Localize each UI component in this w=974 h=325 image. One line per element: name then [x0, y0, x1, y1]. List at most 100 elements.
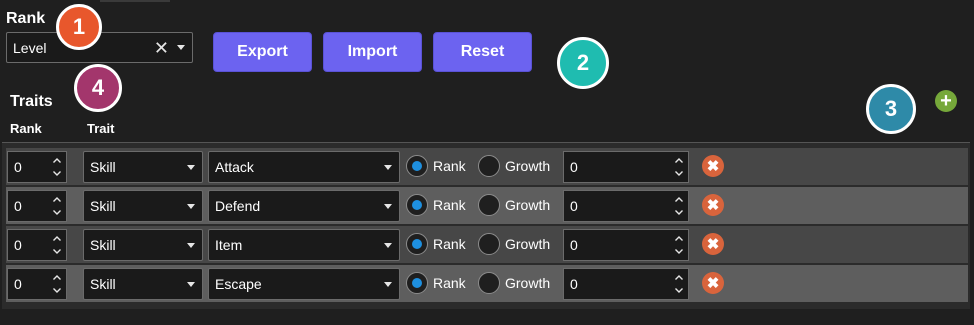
- chevron-down-icon[interactable]: [675, 171, 683, 176]
- column-header-rank: Rank: [10, 121, 42, 136]
- rank-number-stepper[interactable]: 0: [7, 190, 67, 222]
- chevron-down-icon[interactable]: [53, 288, 61, 293]
- rank-number-stepper[interactable]: 0: [7, 229, 67, 261]
- growth-radio-label: Growth: [505, 158, 551, 174]
- trait-type-value: Skill: [90, 276, 116, 292]
- rank-number-value: 0: [14, 237, 22, 253]
- trait-name-value: Attack: [215, 159, 254, 175]
- trait-type-value: Skill: [90, 237, 116, 253]
- chevron-down-icon[interactable]: [177, 45, 185, 50]
- rank-radio-label: Rank: [433, 197, 466, 213]
- trait-type-dropdown[interactable]: Skill: [83, 229, 203, 261]
- chevron-down-icon: [187, 242, 195, 248]
- column-header-trait: Trait: [87, 121, 115, 136]
- chevron-down-icon[interactable]: [53, 171, 61, 176]
- rank-radio-label: Rank: [433, 158, 466, 174]
- trait-row: 0 Skill Attack Rank Growth 0 ✖: [6, 148, 968, 185]
- trait-type-value: Skill: [90, 159, 116, 175]
- chevron-down-icon: [187, 164, 195, 170]
- trait-row: 0 Skill Escape Rank Growth 0 ✖: [6, 265, 968, 302]
- value-number-stepper[interactable]: 0: [563, 229, 689, 261]
- export-button[interactable]: Export: [213, 32, 312, 72]
- chevron-down-icon: [384, 164, 392, 170]
- chevron-up-icon[interactable]: [675, 275, 683, 280]
- close-icon: ✖: [706, 196, 720, 214]
- trait-row: 0 Skill Defend Rank Growth 0 ✖: [6, 187, 968, 224]
- traits-title: Traits: [10, 93, 53, 110]
- chevron-up-icon[interactable]: [53, 236, 61, 241]
- plus-icon: +: [940, 90, 952, 112]
- delete-trait-button[interactable]: ✖: [702, 233, 724, 255]
- close-icon: ✖: [706, 235, 720, 253]
- value-number-value: 0: [570, 198, 578, 214]
- chevron-down-icon[interactable]: [53, 210, 61, 215]
- rank-number-stepper[interactable]: 0: [7, 151, 67, 183]
- chevron-down-icon: [187, 203, 195, 209]
- chevron-up-icon[interactable]: [53, 197, 61, 202]
- delete-trait-button[interactable]: ✖: [702, 194, 724, 216]
- callout-badge-4: 4: [74, 64, 122, 112]
- rank-radio-label: Rank: [433, 236, 466, 252]
- chevron-down-icon: [384, 281, 392, 287]
- rank-number-value: 0: [14, 276, 22, 292]
- trait-name-value: Item: [215, 237, 243, 253]
- chevron-up-icon[interactable]: [675, 158, 683, 163]
- rank-number-value: 0: [14, 159, 22, 175]
- top-divider: [100, 0, 170, 2]
- chevron-down-icon[interactable]: [675, 249, 683, 254]
- growth-radio[interactable]: [478, 272, 500, 294]
- chevron-down-icon: [384, 203, 392, 209]
- chevron-up-icon[interactable]: [53, 158, 61, 163]
- growth-radio-label: Growth: [505, 236, 551, 252]
- add-trait-button[interactable]: +: [935, 90, 957, 112]
- trait-name-dropdown[interactable]: Item: [208, 229, 400, 261]
- clear-icon[interactable]: ✕: [154, 39, 169, 57]
- trait-type-dropdown[interactable]: Skill: [83, 190, 203, 222]
- trait-type-dropdown[interactable]: Skill: [83, 151, 203, 183]
- callout-badge-1: 1: [56, 4, 102, 50]
- trait-name-dropdown[interactable]: Defend: [208, 190, 400, 222]
- rank-number-stepper[interactable]: 0: [7, 268, 67, 300]
- chevron-up-icon[interactable]: [675, 197, 683, 202]
- value-number-stepper[interactable]: 0: [563, 190, 689, 222]
- trait-type-value: Skill: [90, 198, 116, 214]
- growth-radio[interactable]: [478, 155, 500, 177]
- callout-badge-2: 2: [557, 37, 609, 89]
- close-icon: ✖: [706, 274, 720, 292]
- chevron-down-icon[interactable]: [53, 249, 61, 254]
- chevron-down-icon[interactable]: [675, 288, 683, 293]
- reset-button[interactable]: Reset: [433, 32, 532, 72]
- import-button[interactable]: Import: [323, 32, 422, 72]
- trait-name-value: Escape: [215, 276, 262, 292]
- growth-radio[interactable]: [478, 194, 500, 216]
- trait-name-value: Defend: [215, 198, 261, 214]
- rank-radio[interactable]: [406, 155, 428, 177]
- trait-name-dropdown[interactable]: Attack: [208, 151, 400, 183]
- growth-radio-label: Growth: [505, 197, 551, 213]
- trait-type-dropdown[interactable]: Skill: [83, 268, 203, 300]
- trait-name-dropdown[interactable]: Escape: [208, 268, 400, 300]
- chevron-up-icon[interactable]: [675, 236, 683, 241]
- value-number-value: 0: [570, 276, 578, 292]
- trait-row: 0 Skill Item Rank Growth 0 ✖: [6, 226, 968, 263]
- callout-badge-3: 3: [866, 84, 916, 134]
- delete-trait-button[interactable]: ✖: [702, 155, 724, 177]
- chevron-up-icon[interactable]: [53, 275, 61, 280]
- rank-radio-label: Rank: [433, 275, 466, 291]
- close-icon: ✖: [706, 157, 720, 175]
- rank-radio[interactable]: [406, 233, 428, 255]
- growth-radio-label: Growth: [505, 275, 551, 291]
- value-number-stepper[interactable]: 0: [563, 268, 689, 300]
- chevron-down-icon: [384, 242, 392, 248]
- value-number-stepper[interactable]: 0: [563, 151, 689, 183]
- chevron-down-icon[interactable]: [675, 210, 683, 215]
- delete-trait-button[interactable]: ✖: [702, 272, 724, 294]
- rank-radio[interactable]: [406, 272, 428, 294]
- rank-radio[interactable]: [406, 194, 428, 216]
- growth-radio[interactable]: [478, 233, 500, 255]
- rank-title: Rank: [6, 10, 46, 27]
- chevron-down-icon: [187, 281, 195, 287]
- value-number-value: 0: [570, 237, 578, 253]
- rank-number-value: 0: [14, 198, 22, 214]
- value-number-value: 0: [570, 159, 578, 175]
